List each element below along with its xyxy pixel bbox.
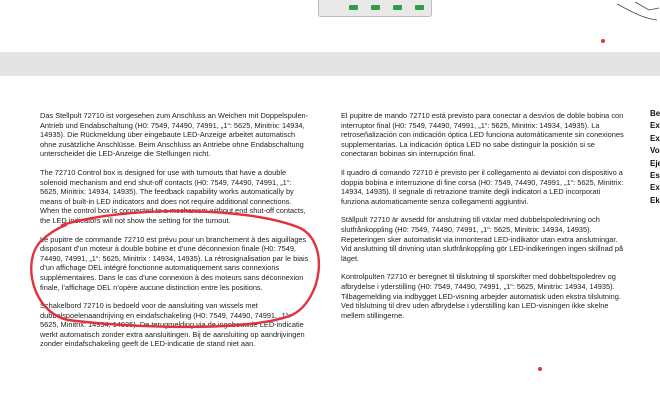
previous-page-bottom (0, 0, 660, 52)
annotation-dot (601, 39, 605, 43)
led-indicator (349, 5, 358, 10)
paragraph-spanish: El pupitre de mando 72710 está previsto … (341, 111, 624, 159)
right-heading: Eje (650, 158, 660, 168)
right-heading: Es (650, 171, 660, 181)
middle-text-column: El pupitre de mando 72710 está previsto … (341, 111, 625, 329)
right-heading: Vo (650, 146, 660, 156)
left-text-column: Das Stellpult 72710 ist vorgesehen zum A… (40, 111, 310, 358)
led-indicator (393, 5, 402, 10)
right-heading: Ek (650, 195, 660, 205)
paragraph-italian: Il quadro di comando 72710 è previsto pe… (341, 167, 624, 206)
led-indicator (371, 5, 380, 10)
annotation-dot (538, 367, 542, 371)
sketch-lines (616, 1, 660, 21)
paragraph-english: The 72710 Control box is designed for us… (40, 167, 306, 225)
right-heading: Ex (650, 121, 660, 131)
led-indicator (415, 5, 424, 10)
paragraph-german: Das Stellpult 72710 ist vorgesehen zum A… (40, 111, 309, 159)
right-heading: Ex (650, 133, 660, 143)
paragraph-swedish: Ställpult 72710 är avsedd för anslutning… (341, 215, 624, 263)
control-box-illustration (318, 0, 432, 17)
right-heading: Be (650, 109, 660, 118)
right-heading: Ex (650, 183, 660, 193)
paragraph-danish: Kontrolpulten 72710 er beregnet til tils… (341, 272, 621, 320)
paragraph-french: Le pupitre de commande 72710 est prévu p… (40, 234, 309, 292)
right-heading-column: Be Ex Ex Vo Eje Es Ex Ek (650, 108, 660, 207)
paragraph-dutch: Schakelbord 72710 is bedoeld voor de aan… (40, 301, 305, 349)
